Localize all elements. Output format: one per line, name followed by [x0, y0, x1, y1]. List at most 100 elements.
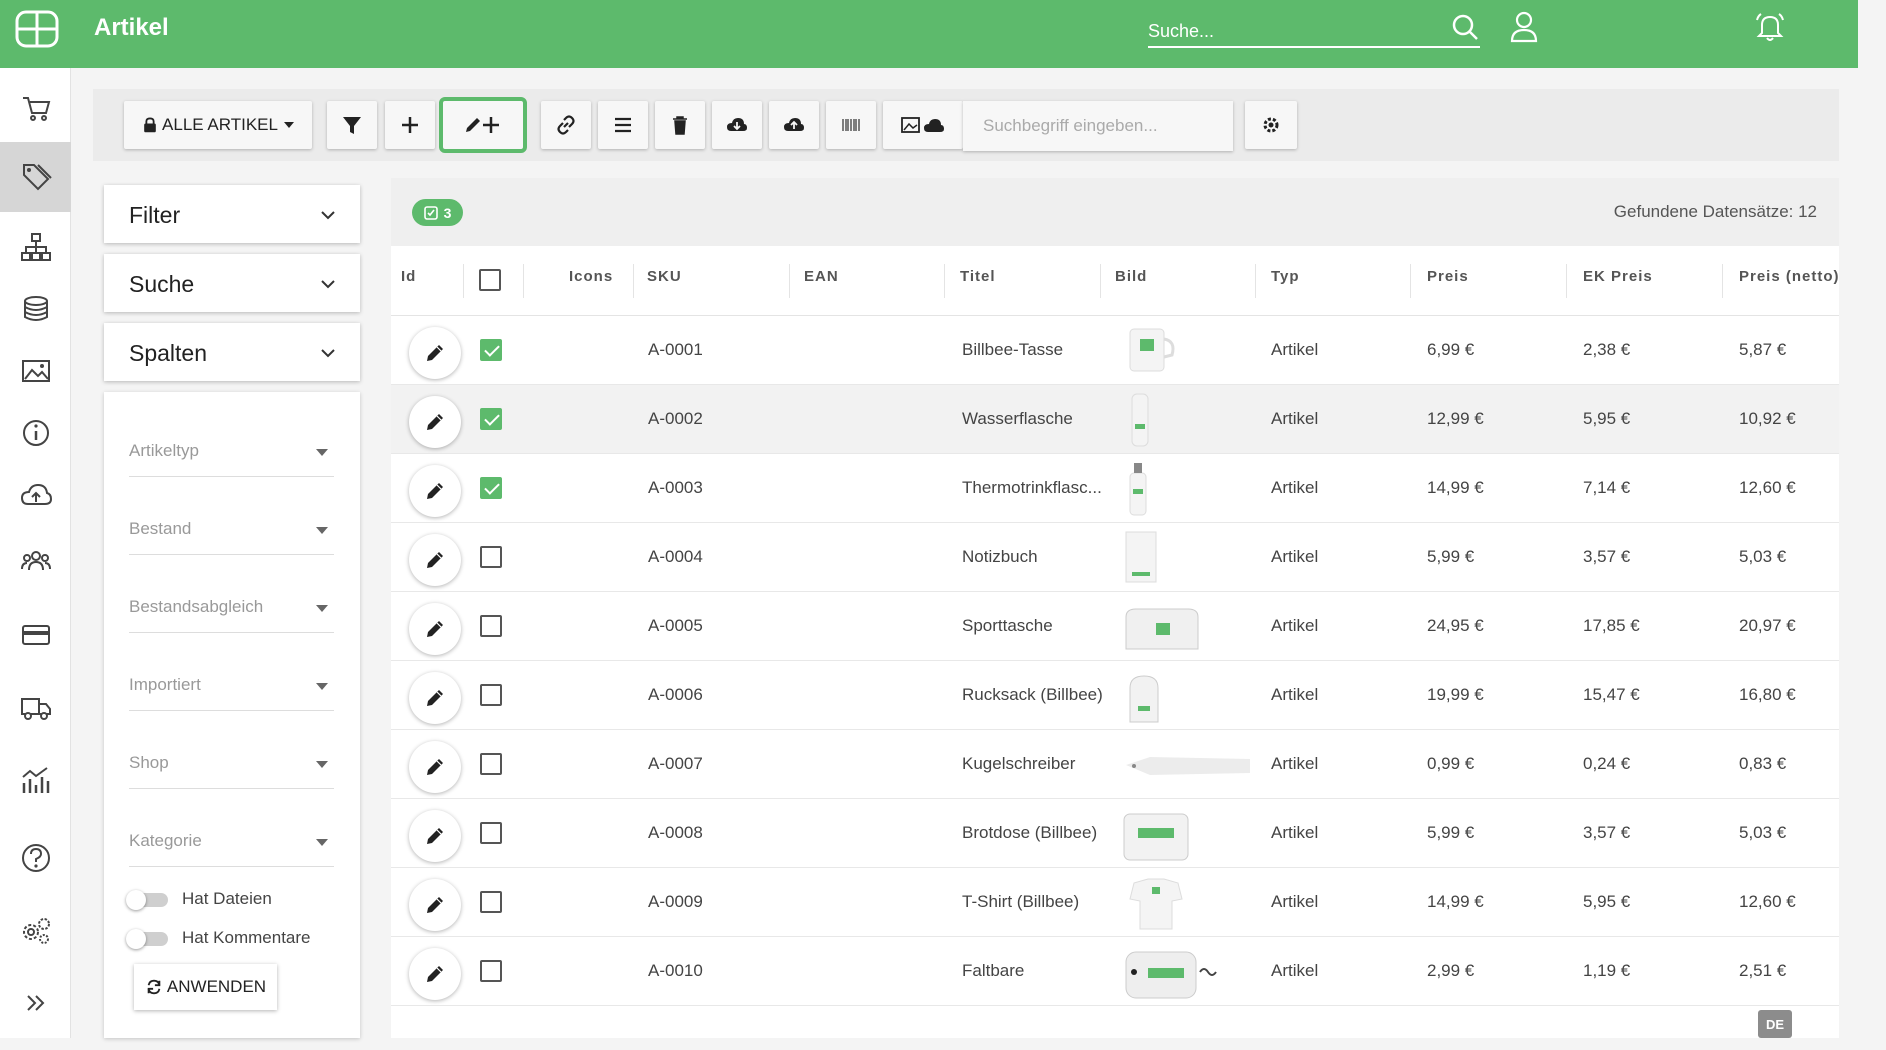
column-id[interactable]: Id	[401, 268, 416, 285]
column-net-price[interactable]: Preis (netto)	[1739, 268, 1839, 285]
row-checkbox[interactable]	[480, 546, 502, 568]
table-row[interactable]: A-0008 Brotdose (Billbee) Artikel 5,99 € 3,5…	[391, 799, 1839, 868]
row-checkbox[interactable]	[480, 891, 502, 913]
nav-categories[interactable]	[0, 212, 71, 282]
dropdown-arrow-icon	[316, 683, 328, 690]
column-type[interactable]: Typ	[1271, 268, 1300, 285]
product-image[interactable]	[1120, 528, 1250, 586]
selected-count-badge[interactable]: 3	[412, 199, 463, 226]
nav-orders[interactable]	[0, 73, 71, 143]
billbee-logo[interactable]	[14, 9, 60, 49]
apply-filters-button[interactable]: ANWENDEN	[134, 964, 277, 1010]
table-row[interactable]: A-0009 T-Shirt (Billbee) Artikel 14,99 € 5,9…	[391, 868, 1839, 937]
nav-settings[interactable]	[0, 896, 71, 966]
table-row[interactable]: A-0007 Kugelschreiber Artikel 0,99 € 0,24 € 0…	[391, 730, 1839, 799]
product-image[interactable]	[1120, 459, 1250, 517]
cloud-upload-button[interactable]	[769, 101, 819, 149]
nav-payments[interactable]	[0, 600, 71, 670]
row-checkbox[interactable]	[480, 477, 502, 499]
table-row[interactable]: A-0006 Rucksack (Billbee) Artikel 19,99 € 15…	[391, 661, 1839, 730]
image-cloud-button[interactable]	[883, 101, 963, 149]
row-checkbox[interactable]	[480, 753, 502, 775]
edit-row-button[interactable]	[409, 396, 461, 448]
filter-button[interactable]	[327, 101, 377, 149]
nav-info[interactable]	[0, 398, 71, 468]
nav-articles[interactable]	[0, 142, 71, 212]
table-row[interactable]: A-0001 Billbee-Tasse Artikel 6,99 € 2,38 € 5,…	[391, 316, 1839, 385]
column-purchase-price[interactable]: EK Preis	[1583, 268, 1653, 285]
column-price[interactable]: Preis	[1427, 268, 1469, 285]
table-row[interactable]: A-0003 Thermotrinkflasc... Artikel 14,99 € 7…	[391, 454, 1839, 523]
filter-panel-header[interactable]: Filter	[104, 185, 360, 243]
column-title[interactable]: Titel	[960, 268, 996, 285]
list-button[interactable]	[598, 101, 648, 149]
product-image[interactable]	[1120, 804, 1250, 862]
row-checkbox[interactable]	[480, 960, 502, 982]
product-image[interactable]	[1120, 942, 1250, 1000]
edit-row-button[interactable]	[409, 465, 461, 517]
table-row[interactable]: A-0010 Faltbare Artikel 2,99 € 1,19 € 2,51 €	[391, 937, 1839, 1006]
shop-select[interactable]: Shop	[129, 753, 334, 789]
user-icon[interactable]	[1510, 11, 1538, 43]
edit-row-button[interactable]	[409, 534, 461, 586]
table-row[interactable]: A-0005 Sporttasche Artikel 24,95 € 17,85 € 20…	[391, 592, 1839, 661]
product-image[interactable]	[1120, 321, 1250, 379]
column-image[interactable]: Bild	[1115, 268, 1147, 285]
nav-cloud[interactable]	[0, 460, 71, 530]
nav-expand[interactable]	[0, 968, 71, 1038]
row-checkbox[interactable]	[480, 408, 502, 430]
stock-sync-select[interactable]: Bestandsabgleich	[129, 597, 334, 633]
toolbar-search-input[interactable]: Suchbegriff eingeben...	[963, 101, 1233, 151]
barcode-button[interactable]	[826, 101, 876, 149]
stack-icon	[23, 296, 48, 321]
article-type-select[interactable]: Artikeltyp	[129, 441, 334, 477]
nav-stock[interactable]	[0, 274, 71, 344]
nav-shipping[interactable]	[0, 673, 71, 743]
edit-row-button[interactable]	[409, 948, 461, 1000]
edit-row-button[interactable]	[409, 327, 461, 379]
column-ean[interactable]: EAN	[804, 268, 839, 285]
product-image[interactable]	[1120, 666, 1250, 724]
table-row[interactable]: A-0004 Notizbuch Artikel 5,99 € 3,57 € 5,03 €	[391, 523, 1839, 592]
nav-help[interactable]	[0, 823, 71, 893]
category-select[interactable]: Kategorie	[129, 831, 334, 867]
column-icons[interactable]: Icons	[569, 268, 613, 285]
row-checkbox[interactable]	[480, 339, 502, 361]
has-files-toggle[interactable]	[126, 890, 170, 910]
language-badge[interactable]: DE	[1758, 1010, 1792, 1038]
settings-button[interactable]	[1245, 101, 1297, 149]
nav-images[interactable]	[0, 336, 71, 406]
product-image[interactable]	[1120, 390, 1250, 448]
add-article-button[interactable]	[385, 101, 435, 149]
delete-button[interactable]	[655, 101, 705, 149]
price-cell: 2,99 €	[1427, 961, 1475, 980]
all-articles-dropdown[interactable]: ALLE ARTIKEL	[124, 101, 312, 149]
edit-row-button[interactable]	[409, 603, 461, 655]
row-checkbox[interactable]	[480, 822, 502, 844]
edit-row-button[interactable]	[409, 741, 461, 793]
edit-row-button[interactable]	[409, 879, 461, 931]
edit-row-button[interactable]	[409, 672, 461, 724]
select-all-checkbox[interactable]	[479, 269, 501, 291]
nav-statistics[interactable]	[0, 746, 71, 816]
edit-row-button[interactable]	[409, 810, 461, 862]
bulk-edit-button[interactable]	[439, 97, 527, 153]
product-image[interactable]	[1120, 597, 1250, 655]
product-image[interactable]	[1120, 873, 1250, 931]
row-checkbox[interactable]	[480, 684, 502, 706]
columns-panel-header[interactable]: Spalten	[104, 323, 360, 381]
row-checkbox[interactable]	[480, 615, 502, 637]
notification-bell-icon[interactable]	[1754, 11, 1786, 43]
product-image[interactable]	[1120, 735, 1250, 793]
search-panel-header[interactable]: Suche	[104, 254, 360, 312]
table-row[interactable]: A-0002 Wasserflasche Artikel 12,99 € 5,95 € 1…	[391, 385, 1839, 454]
imported-select[interactable]: Importiert	[129, 675, 334, 711]
nav-customers[interactable]	[0, 526, 71, 596]
column-sku[interactable]: SKU	[647, 268, 682, 285]
stock-select[interactable]: Bestand	[129, 519, 334, 555]
search-icon[interactable]	[1451, 13, 1479, 41]
global-search-input[interactable]: Suche...	[1148, 18, 1480, 48]
has-comments-toggle[interactable]	[126, 929, 170, 949]
cloud-download-button[interactable]	[712, 101, 762, 149]
link-button[interactable]	[541, 101, 591, 149]
